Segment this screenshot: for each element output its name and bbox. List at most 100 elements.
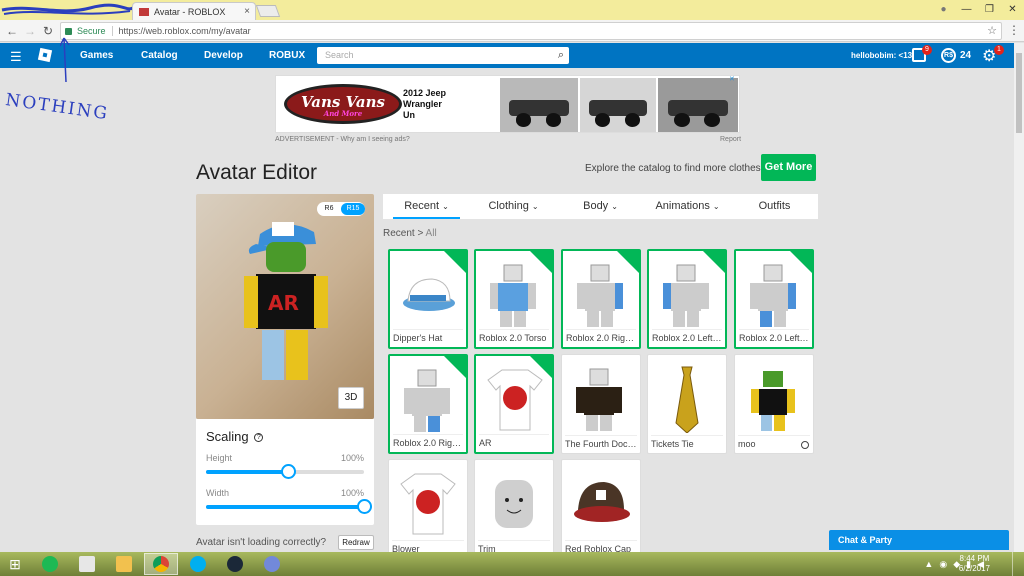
new-tab-button[interactable]	[255, 5, 281, 17]
home-icon[interactable]	[70, 553, 104, 575]
item-thumbnail	[751, 371, 795, 431]
item-card[interactable]: Tickets Tie	[647, 354, 727, 454]
width-slider-knob[interactable]	[357, 499, 372, 514]
tab-body[interactable]: Body ⌄	[557, 194, 644, 219]
item-card[interactable]: Red Roblox Cap	[561, 459, 641, 559]
settings-badge: 1	[994, 45, 1004, 55]
width-slider[interactable]	[206, 499, 372, 514]
tab-clothing[interactable]: Clothing ⌄	[470, 194, 557, 219]
ad-jeep-photo	[500, 78, 578, 132]
robux-icon[interactable]: R$	[941, 48, 956, 63]
item-settings-icon[interactable]	[801, 441, 809, 449]
nav-catalog[interactable]: Catalog	[141, 50, 178, 61]
minimize-icon[interactable]: —	[955, 0, 978, 18]
search-input[interactable]: Search ⌕	[317, 47, 569, 64]
item-name: Roblox 2.0 Left L...	[739, 329, 809, 343]
taskbar-clock[interactable]: 8:44 PM 6/2/2017	[959, 554, 990, 574]
tab-recent[interactable]: Recent ⌄	[383, 194, 470, 219]
item-card[interactable]: Roblox 2.0 Right ...	[388, 354, 468, 454]
browser-tab[interactable]: Avatar - ROBLOX ×	[132, 2, 256, 20]
height-value: 100%	[340, 453, 364, 463]
item-card[interactable]: AR	[474, 354, 554, 454]
url-field[interactable]: Secure https://web.roblox.com/my/avatar …	[60, 22, 1002, 40]
help-icon[interactable]: ?	[254, 433, 264, 443]
tab-close-icon[interactable]: ×	[244, 6, 250, 17]
back-icon[interactable]: ←	[4, 23, 20, 39]
chat-party-button[interactable]: Chat & Party	[829, 530, 1009, 550]
roblox-logo-icon[interactable]	[37, 47, 53, 63]
item-thumbnail	[487, 369, 543, 431]
tray-expand-icon[interactable]: ▲	[924, 559, 933, 569]
width-slider-fill	[206, 505, 364, 509]
search-placeholder: Search	[325, 50, 354, 60]
hamburger-menu-icon[interactable]: ☰	[10, 49, 22, 65]
item-thumbnail	[750, 264, 796, 327]
item-card[interactable]: Dipper's Hat	[388, 249, 468, 349]
robux-count[interactable]: 24	[960, 50, 971, 61]
discord-icon[interactable]	[255, 553, 289, 575]
user-profile-icon[interactable]: ●	[932, 0, 955, 18]
ad-report-link[interactable]: Report	[720, 136, 741, 143]
tray-steam-icon[interactable]: ◉	[939, 559, 947, 570]
clock-date: 6/2/2017	[958, 564, 990, 573]
chrome-icon[interactable]	[144, 553, 178, 575]
chevron-down-icon: ⌄	[531, 202, 539, 211]
nav-robux[interactable]: ROBUX	[269, 50, 305, 61]
show-desktop-button[interactable]	[1012, 552, 1024, 576]
tab-recent-label: Recent	[404, 200, 440, 212]
nav-develop[interactable]: Develop	[204, 50, 243, 61]
url-text: https://web.roblox.com/my/avatar	[118, 26, 251, 36]
item-card[interactable]: Blower	[388, 459, 468, 559]
avatar-preview[interactable]: R6 R15 AR 3D	[196, 194, 374, 419]
item-card[interactable]: Roblox 2.0 Left A...	[647, 249, 727, 349]
tab-outfits[interactable]: Outfits	[731, 194, 818, 219]
item-card[interactable]: Roblox 2.0 Right ...	[561, 249, 641, 349]
item-thumbnail	[495, 480, 533, 528]
username-label[interactable]: hellobobim: <13	[851, 51, 912, 60]
page-scrollbar[interactable]	[1014, 43, 1024, 552]
get-more-button[interactable]: Get More	[761, 154, 816, 181]
chevron-down-icon: ⌄	[712, 202, 720, 211]
search-icon[interactable]: ⌕	[558, 47, 564, 64]
file-explorer-icon[interactable]	[107, 553, 141, 575]
item-name: Roblox 2.0 Right ...	[566, 329, 636, 343]
item-card[interactable]: Roblox 2.0 Torso	[474, 249, 554, 349]
item-card[interactable]: Trim	[474, 459, 554, 559]
restore-icon[interactable]: ❐	[978, 0, 1001, 18]
item-card[interactable]: The Fourth Doct...	[561, 354, 641, 454]
bookmark-star-icon[interactable]: ☆	[987, 24, 997, 37]
item-card[interactable]: Roblox 2.0 Left L...	[734, 249, 814, 349]
ad-line: Un	[403, 110, 415, 120]
ad-close-icon[interactable]: ✕	[729, 76, 737, 84]
spotify-icon[interactable]	[33, 553, 67, 575]
ad-brand-logo: Vans Vans And More	[284, 84, 402, 124]
steam-icon[interactable]	[218, 553, 252, 575]
breadcrumb-recent[interactable]: Recent	[383, 228, 415, 239]
ad-text: 2012 Jeep Wrangler Un	[403, 88, 446, 121]
item-thumbnail	[403, 278, 455, 311]
skype-icon[interactable]	[181, 553, 215, 575]
rig-r15-option[interactable]: R15	[341, 203, 365, 215]
nav-games[interactable]: Games	[80, 50, 113, 61]
tab-animations[interactable]: Animations ⌄	[644, 194, 731, 219]
messages-badge: 9	[922, 45, 932, 55]
item-name: Dipper's Hat	[393, 329, 463, 343]
ad-note[interactable]: ADVERTISEMENT - Why am I seeing ads?	[275, 136, 410, 143]
windows-start-icon[interactable]: ⊞	[0, 552, 30, 576]
ad-wheel-photo	[658, 78, 738, 132]
browser-menu-icon[interactable]: ⋮	[1008, 23, 1020, 37]
item-thumbnail	[663, 264, 709, 327]
height-slider[interactable]	[206, 464, 364, 479]
ad-brand-sub: And More	[323, 109, 363, 118]
forward-icon[interactable]: →	[22, 23, 38, 39]
close-window-icon[interactable]: ✕	[1001, 0, 1024, 18]
reload-icon[interactable]: ↻	[40, 23, 56, 39]
item-card[interactable]: moo	[734, 354, 814, 454]
scrollbar-thumb[interactable]	[1016, 53, 1022, 133]
ad-banner[interactable]: Vans Vans And More 2012 Jeep Wrangler Un…	[275, 75, 740, 133]
height-slider-knob[interactable]	[281, 464, 297, 479]
explore-text: Explore the catalog to find more clothes…	[585, 163, 764, 174]
toggle-3d-button[interactable]: 3D	[338, 387, 364, 409]
item-thumbnail	[675, 366, 699, 433]
redraw-button[interactable]: Redraw	[338, 535, 374, 550]
